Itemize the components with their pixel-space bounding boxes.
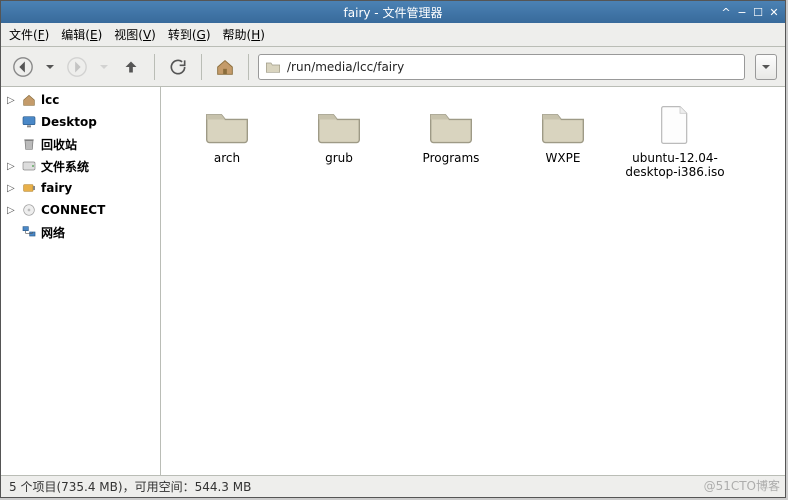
folder-item[interactable]: arch [171,101,283,184]
arrow-up-icon [120,56,142,78]
expander-icon[interactable]: ▷ [7,205,17,216]
body-area: ▷ lcc Desktop 回收站 ▷ 文件系统 ▷ [1,87,785,475]
menu-help[interactable]: 帮助(H) [223,26,265,43]
minimize-button[interactable]: − [735,5,749,19]
expander-icon[interactable]: ▷ [7,183,17,194]
network-icon [21,224,37,240]
back-history-button[interactable] [43,53,57,81]
titlebar[interactable]: fairy - 文件管理器 ^ − ☐ ✕ [1,1,785,23]
folder-icon [427,105,475,145]
sidebar-item-network[interactable]: 网络 [1,221,160,243]
sidebar-item-filesystem[interactable]: ▷ 文件系统 [1,155,160,177]
file-label: ubuntu-12.04-desktop-i386.iso [621,151,729,180]
up-button[interactable] [117,53,145,81]
expander-icon[interactable]: ▷ [7,161,17,172]
location-path: /run/media/lcc/fairy [287,60,738,74]
file-label: arch [214,151,240,165]
shade-button[interactable]: ^ [719,5,733,19]
file-icon [651,105,699,145]
statusbar: 5 个项目(735.4 MB)，可用空间：544.3 MB [1,475,785,497]
file-label: Programs [423,151,480,165]
icon-grid: arch grub Programs [161,87,785,198]
menu-go[interactable]: 转到(G) [168,26,211,43]
toolbar-separator [154,54,155,80]
sidebar[interactable]: ▷ lcc Desktop 回收站 ▷ 文件系统 ▷ [1,87,161,475]
reload-icon [168,57,188,77]
file-label: WXPE [546,151,581,165]
window-controls: ^ − ☐ ✕ [719,5,781,19]
cdrom-icon [21,202,37,218]
location-bar[interactable]: /run/media/lcc/fairy [258,54,745,80]
folder-icon [315,105,363,145]
folder-item[interactable]: WXPE [507,101,619,184]
chevron-down-icon [99,62,109,72]
folder-icon [203,105,251,145]
menu-view[interactable]: 视图(V) [114,26,156,43]
close-button[interactable]: ✕ [767,5,781,19]
forward-button [63,53,91,81]
arrow-right-icon [66,56,88,78]
toolbar: /run/media/lcc/fairy [1,47,785,87]
folder-item[interactable]: grub [283,101,395,184]
forward-history-button [97,53,111,81]
arrow-left-icon [12,56,34,78]
home-icon [21,92,37,108]
menu-edit[interactable]: 编辑(E) [61,26,102,43]
usb-icon [21,180,37,196]
chevron-down-icon [45,62,55,72]
sidebar-item-lcc[interactable]: ▷ lcc [1,89,160,111]
window-title: fairy - 文件管理器 [344,4,443,21]
reload-button[interactable] [164,53,192,81]
back-button[interactable] [9,53,37,81]
folder-icon [265,60,281,74]
sidebar-item-desktop[interactable]: Desktop [1,111,160,133]
file-label: grub [325,151,353,165]
toolbar-separator [248,54,249,80]
status-text: 5 个项目(735.4 MB)，可用空间：544.3 MB [9,478,251,495]
sidebar-item-fairy[interactable]: ▷ fairy [1,177,160,199]
expander-icon[interactable]: ▷ [7,95,17,106]
menu-file[interactable]: 文件(F) [9,26,49,43]
home-icon [214,56,236,78]
maximize-button[interactable]: ☐ [751,5,765,19]
disk-icon [21,158,37,174]
folder-icon [539,105,587,145]
trash-icon [21,136,37,152]
chevron-down-icon [761,62,771,72]
sidebar-item-connect[interactable]: ▷ CONNECT [1,199,160,221]
location-history-button[interactable] [755,54,777,80]
folder-item[interactable]: Programs [395,101,507,184]
file-view[interactable]: arch grub Programs [161,87,785,475]
sidebar-item-trash[interactable]: 回收站 [1,133,160,155]
toolbar-separator [201,54,202,80]
home-button[interactable] [211,53,239,81]
file-item[interactable]: ubuntu-12.04-desktop-i386.iso [619,101,731,184]
desktop-icon [21,114,37,130]
file-manager-window: fairy - 文件管理器 ^ − ☐ ✕ 文件(F) 编辑(E) 视图(V) … [0,0,786,498]
menubar: 文件(F) 编辑(E) 视图(V) 转到(G) 帮助(H) [1,23,785,47]
